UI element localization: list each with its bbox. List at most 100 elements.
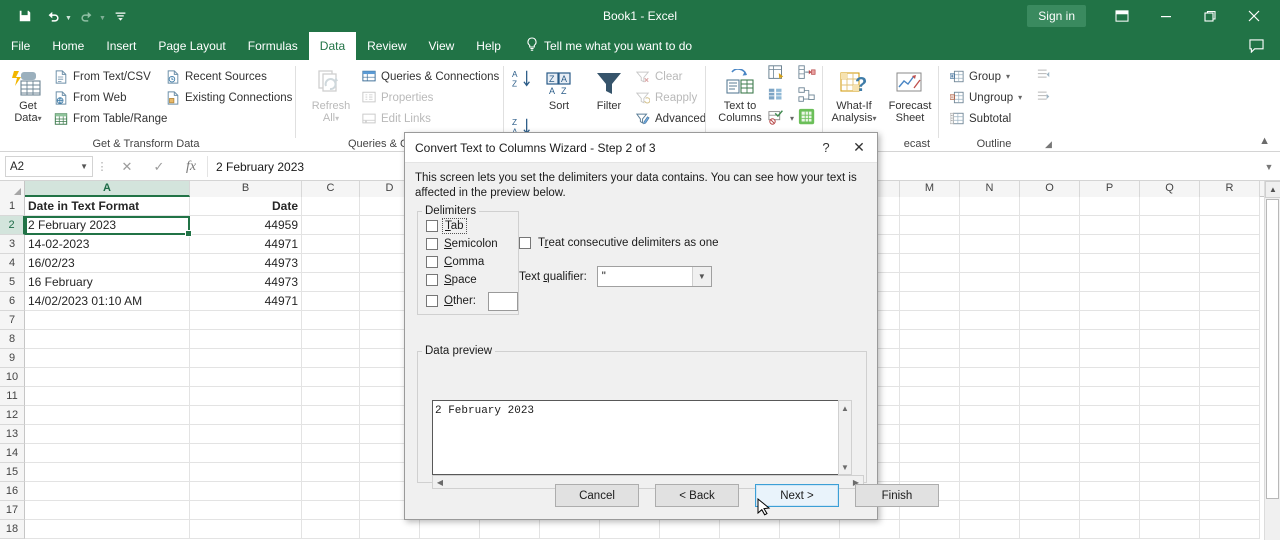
cell-M5[interactable]	[900, 273, 960, 292]
relationships-button[interactable]	[798, 86, 816, 107]
cell-P18[interactable]	[1080, 520, 1140, 539]
cell-R2[interactable]	[1200, 216, 1260, 235]
cell-C15[interactable]	[302, 463, 360, 482]
select-all-corner[interactable]	[0, 181, 25, 197]
cell-O5[interactable]	[1020, 273, 1080, 292]
cell-A13[interactable]	[25, 425, 190, 444]
consolidate-button[interactable]	[798, 64, 816, 85]
cell-A2[interactable]: 2 February 2023	[25, 216, 190, 235]
cell-N14[interactable]	[960, 444, 1020, 463]
cell-B10[interactable]	[190, 368, 302, 387]
cell-N11[interactable]	[960, 387, 1020, 406]
cell-M4[interactable]	[900, 254, 960, 273]
recent-sources-button[interactable]: Recent Sources	[166, 66, 292, 87]
cell-C3[interactable]	[302, 235, 360, 254]
column-header-P[interactable]: P	[1080, 181, 1140, 197]
preview-scroll-up-icon[interactable]: ▲	[839, 401, 851, 415]
cell-A18[interactable]	[25, 520, 190, 539]
cell-B7[interactable]	[190, 311, 302, 330]
column-header-O[interactable]: O	[1020, 181, 1080, 197]
flash-fill-button[interactable]	[768, 64, 786, 85]
cell-Q1[interactable]	[1140, 197, 1200, 216]
cell-R15[interactable]	[1200, 463, 1260, 482]
row-header-6[interactable]: 6	[0, 292, 25, 311]
cell-M6[interactable]	[900, 292, 960, 311]
cell-O11[interactable]	[1020, 387, 1080, 406]
cell-F18[interactable]	[480, 520, 540, 539]
cell-O4[interactable]	[1020, 254, 1080, 273]
cell-A10[interactable]	[25, 368, 190, 387]
cell-A12[interactable]	[25, 406, 190, 425]
column-header-M[interactable]: M	[900, 181, 960, 197]
cell-Q6[interactable]	[1140, 292, 1200, 311]
tab-formulas[interactable]: Formulas	[237, 32, 309, 60]
delimiter-tab-checkbox[interactable]	[426, 220, 438, 232]
scroll-up-icon[interactable]: ▲	[1265, 181, 1280, 198]
from-table-range-button[interactable]: From Table/Range	[54, 108, 167, 129]
data-validation-button[interactable]	[768, 108, 786, 129]
cell-N1[interactable]	[960, 197, 1020, 216]
cell-Q16[interactable]	[1140, 482, 1200, 501]
cell-A9[interactable]	[25, 349, 190, 368]
cell-O13[interactable]	[1020, 425, 1080, 444]
cell-Q8[interactable]	[1140, 330, 1200, 349]
ribbon-display-options-icon[interactable]	[1100, 0, 1144, 32]
cell-Q15[interactable]	[1140, 463, 1200, 482]
cell-P9[interactable]	[1080, 349, 1140, 368]
row-header-5[interactable]: 5	[0, 273, 25, 292]
cell-P16[interactable]	[1080, 482, 1140, 501]
cell-A16[interactable]	[25, 482, 190, 501]
preview-vertical-scrollbar[interactable]: ▲ ▼	[838, 400, 852, 475]
row-header-7[interactable]: 7	[0, 311, 25, 330]
cell-B9[interactable]	[190, 349, 302, 368]
cell-C10[interactable]	[302, 368, 360, 387]
group-dropdown-icon[interactable]: ▾	[1006, 72, 1010, 81]
cell-O12[interactable]	[1020, 406, 1080, 425]
cell-C14[interactable]	[302, 444, 360, 463]
cell-Q2[interactable]	[1140, 216, 1200, 235]
delimiter-comma-row[interactable]: Comma	[418, 253, 518, 271]
tab-page-layout[interactable]: Page Layout	[147, 32, 236, 60]
cell-B12[interactable]	[190, 406, 302, 425]
cell-B15[interactable]	[190, 463, 302, 482]
cell-R8[interactable]	[1200, 330, 1260, 349]
insert-function-icon[interactable]: fx	[175, 159, 207, 175]
refresh-all-button[interactable]: Refresh All▾	[304, 64, 358, 125]
delimiter-other-row[interactable]: Other:	[418, 289, 518, 313]
cell-Q18[interactable]	[1140, 520, 1200, 539]
cell-A8[interactable]	[25, 330, 190, 349]
text-to-columns-button[interactable]: Text to Columns	[714, 64, 766, 124]
row-header-2[interactable]: 2	[0, 216, 25, 235]
row-header-1[interactable]: 1	[0, 197, 25, 216]
cell-A15[interactable]	[25, 463, 190, 482]
cell-B3[interactable]: 44971	[190, 235, 302, 254]
delimiter-semicolon-checkbox[interactable]	[426, 238, 438, 250]
delimiter-semicolon-row[interactable]: Semicolon	[418, 235, 518, 253]
row-header-9[interactable]: 9	[0, 349, 25, 368]
delimiter-tab-row[interactable]: Tab	[418, 217, 518, 235]
row-header-3[interactable]: 3	[0, 235, 25, 254]
cell-N5[interactable]	[960, 273, 1020, 292]
cell-B4[interactable]: 44973	[190, 254, 302, 273]
collapse-ribbon-icon[interactable]: ▲	[1259, 135, 1270, 147]
cell-R12[interactable]	[1200, 406, 1260, 425]
cell-R3[interactable]	[1200, 235, 1260, 254]
cell-N18[interactable]	[960, 520, 1020, 539]
cell-C6[interactable]	[302, 292, 360, 311]
hide-detail-button[interactable]	[1037, 90, 1051, 106]
confirm-edit-icon[interactable]: ✓	[143, 159, 175, 175]
cell-M9[interactable]	[900, 349, 960, 368]
cell-P3[interactable]	[1080, 235, 1140, 254]
finish-button[interactable]: Finish	[855, 484, 939, 507]
cell-B11[interactable]	[190, 387, 302, 406]
cell-B5[interactable]: 44973	[190, 273, 302, 292]
cell-P6[interactable]	[1080, 292, 1140, 311]
cell-C11[interactable]	[302, 387, 360, 406]
cell-C5[interactable]	[302, 273, 360, 292]
cell-O17[interactable]	[1020, 501, 1080, 520]
cell-C12[interactable]	[302, 406, 360, 425]
column-header-Q[interactable]: Q	[1140, 181, 1200, 197]
cell-R16[interactable]	[1200, 482, 1260, 501]
row-header-8[interactable]: 8	[0, 330, 25, 349]
dialog-close-icon[interactable]: ✕	[841, 133, 877, 163]
